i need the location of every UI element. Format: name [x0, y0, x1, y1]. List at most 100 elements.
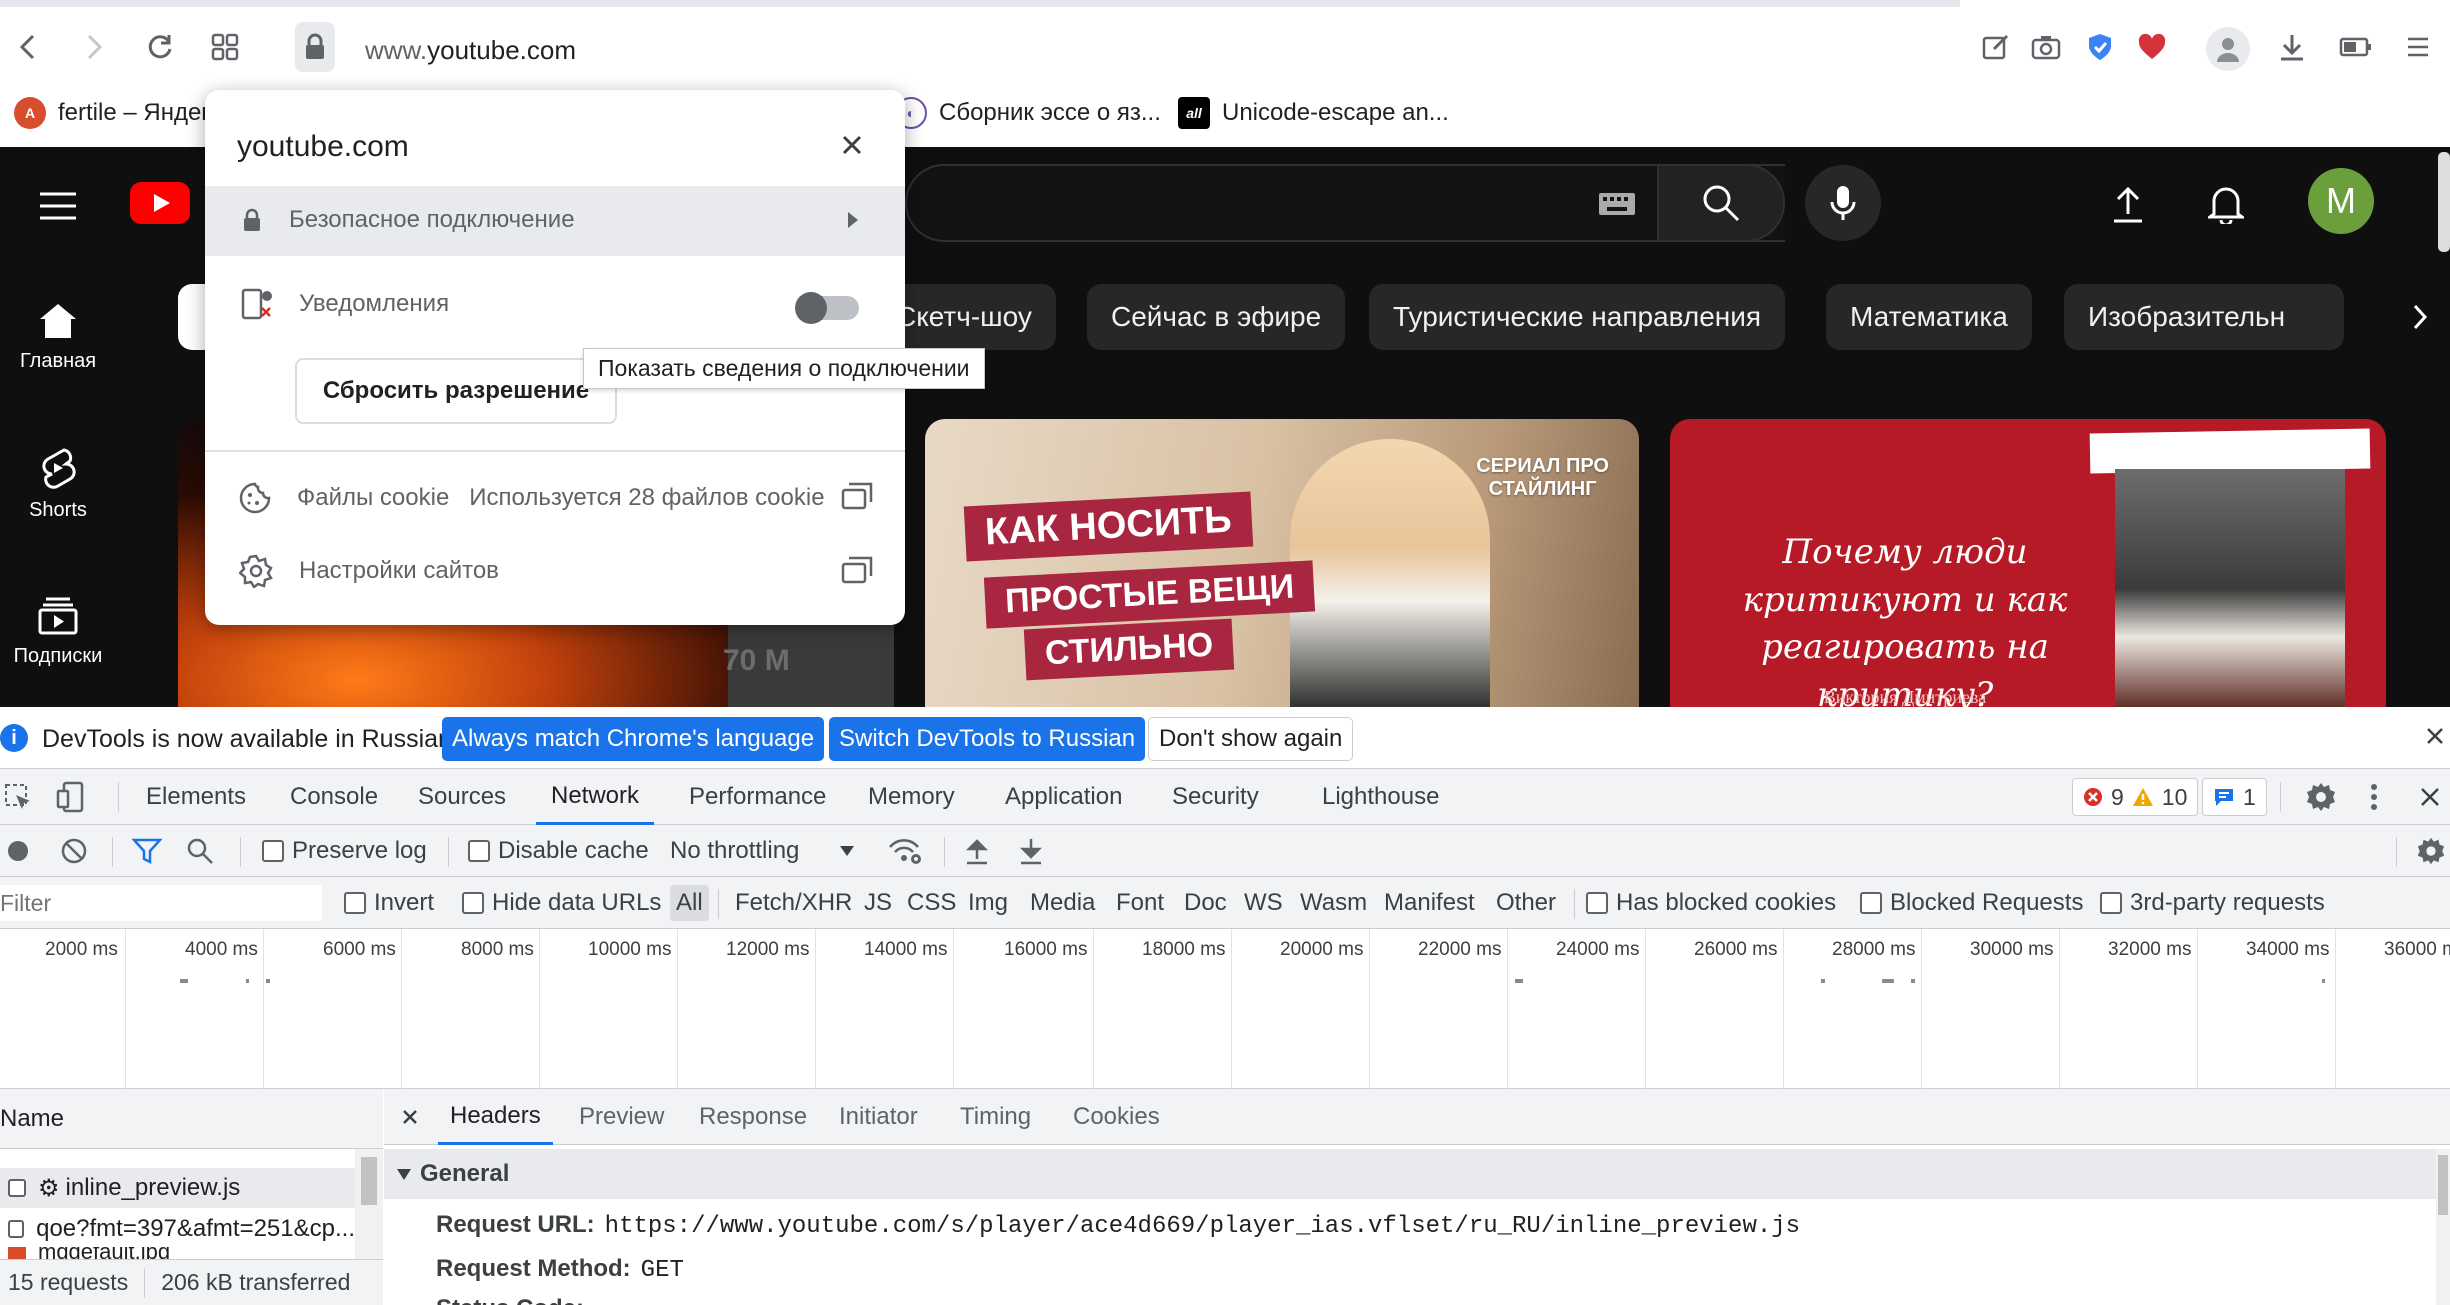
bookmark-item[interactable]: ◐ Сборник эссе о яз...	[895, 97, 1161, 129]
tab-cookies[interactable]: Cookies	[1073, 1089, 1160, 1145]
filter-type-wasm[interactable]: Wasm	[1300, 877, 1367, 929]
dont-show-again-button[interactable]: Don't show again	[1148, 717, 1354, 761]
checkbox[interactable]	[262, 840, 284, 862]
preserve-log-checkbox[interactable]: Preserve log	[262, 825, 427, 877]
general-section-header[interactable]: General	[384, 1149, 2436, 1199]
issues-counter[interactable]: 9 10	[2072, 778, 2199, 816]
youtube-search-input[interactable]	[905, 164, 1785, 242]
edit-icon[interactable]	[1976, 27, 2016, 67]
close-devtools-icon[interactable]	[2420, 787, 2440, 807]
upload-icon[interactable]	[2110, 184, 2146, 224]
battery-icon[interactable]	[2336, 27, 2376, 67]
site-settings-row[interactable]: Настройки сайтов	[239, 554, 499, 588]
account-avatar[interactable]: M	[2308, 168, 2374, 234]
record-button[interactable]	[6, 825, 30, 877]
scrollbar-thumb[interactable]	[2438, 1155, 2448, 1215]
tab-performance[interactable]: Performance	[689, 769, 826, 825]
tab-network[interactable]: Network	[536, 769, 655, 825]
filter-type-font[interactable]: Font	[1116, 877, 1164, 929]
sidebar-item-shorts[interactable]: Shorts	[0, 447, 116, 522]
tabs-grid-icon[interactable]	[205, 27, 245, 67]
back-button[interactable]	[8, 27, 48, 67]
export-har-button[interactable]	[1018, 825, 1044, 877]
chip[interactable]: Туристические направления	[1369, 284, 1786, 350]
filter-type-media[interactable]: Media	[1030, 877, 1095, 929]
tab-initiator[interactable]: Initiator	[839, 1089, 918, 1145]
checkbox[interactable]	[1586, 892, 1608, 914]
menu-icon[interactable]	[2398, 27, 2438, 67]
filter-type-img[interactable]: Img	[968, 877, 1008, 929]
table-row[interactable]: qoe?fmt=397&afmt=251&cp...	[0, 1209, 355, 1249]
chip[interactable]: Изобразительн	[2064, 284, 2344, 350]
camera-icon[interactable]	[2026, 27, 2066, 67]
tab-security[interactable]: Security	[1172, 769, 1259, 825]
match-language-button[interactable]: Always match Chrome's language	[442, 717, 825, 761]
detail-scrollbar[interactable]	[2436, 1149, 2450, 1305]
microphone-button[interactable]	[1805, 165, 1881, 241]
bookmark-item[interactable]: A fertile – Яндекс	[14, 97, 224, 129]
hamburger-menu-icon[interactable]	[38, 191, 78, 221]
device-toolbar-icon[interactable]	[56, 781, 86, 813]
checkbox[interactable]	[2100, 892, 2122, 914]
sidebar-item-home[interactable]: Главная	[0, 302, 116, 373]
lock-icon[interactable]	[295, 22, 335, 72]
heart-icon[interactable]	[2132, 27, 2172, 67]
filter-type-manifest[interactable]: Manifest	[1384, 877, 1475, 929]
network-conditions-button[interactable]	[888, 825, 922, 877]
notifications-toggle[interactable]	[795, 292, 859, 324]
requests-scrollbar[interactable]	[355, 1149, 383, 1259]
chip[interactable]: Сейчас в эфире	[1087, 284, 1346, 350]
checkbox[interactable]	[1860, 892, 1882, 914]
close-button[interactable]	[830, 123, 874, 167]
filter-type-css[interactable]: CSS	[907, 877, 956, 929]
address-bar[interactable]: www.youtube.com	[365, 35, 576, 66]
table-row[interactable]: mqdefault.jpg	[0, 1247, 355, 1259]
checkbox[interactable]	[344, 892, 366, 914]
third-party-checkbox[interactable]: 3rd-party requests	[2100, 877, 2325, 929]
row-checkbox[interactable]	[8, 1179, 26, 1197]
filter-type-fetch-xhr[interactable]: Fetch/XHR	[735, 877, 852, 929]
youtube-search-button[interactable]	[1657, 164, 1785, 242]
reload-button[interactable]	[140, 27, 180, 67]
shield-check-icon[interactable]	[2080, 27, 2120, 67]
checkbox[interactable]	[468, 840, 490, 862]
filter-type-other[interactable]: Other	[1496, 877, 1556, 929]
tab-headers[interactable]: Headers	[438, 1089, 553, 1145]
throttling-select[interactable]: No throttling	[670, 825, 855, 877]
bookmark-item[interactable]: all Unicode-escape an...	[1178, 97, 1449, 129]
tab-application[interactable]: Application	[1005, 769, 1122, 825]
filter-type-doc[interactable]: Doc	[1184, 877, 1227, 929]
name-column-header[interactable]: Name	[0, 1089, 383, 1149]
sidebar-item-subscriptions[interactable]: Подписки	[0, 597, 116, 668]
invert-checkbox[interactable]: Invert	[344, 877, 434, 929]
search-button[interactable]	[186, 825, 214, 877]
scrollbar-thumb[interactable]	[361, 1157, 377, 1205]
tab-response[interactable]: Response	[699, 1089, 807, 1145]
settings-gear-icon[interactable]	[2305, 781, 2337, 813]
switch-russian-button[interactable]: Switch DevTools to Russian	[829, 717, 1146, 761]
disable-cache-checkbox[interactable]: Disable cache	[468, 825, 649, 877]
hide-data-urls-checkbox[interactable]: Hide data URLs	[462, 877, 661, 929]
filter-type-js[interactable]: JS	[864, 877, 892, 929]
chips-next-button[interactable]	[2360, 282, 2430, 352]
open-external-icon[interactable]	[841, 482, 873, 510]
bell-icon[interactable]	[2208, 182, 2244, 224]
filter-type-ws[interactable]: WS	[1244, 877, 1283, 929]
network-overview-timeline[interactable]: 2000 ms 4000 ms 6000 ms 8000 ms 10000 ms…	[0, 929, 2450, 1089]
more-options-icon[interactable]	[2368, 783, 2380, 811]
download-icon[interactable]	[2272, 27, 2312, 67]
close-icon[interactable]	[2426, 727, 2444, 745]
reset-permissions-button[interactable]: Сбросить разрешение	[295, 358, 617, 424]
table-row[interactable]: ⚙ inline_preview.js	[0, 1168, 355, 1208]
tab-sources[interactable]: Sources	[418, 769, 506, 825]
tab-timing[interactable]: Timing	[960, 1089, 1031, 1145]
tab-memory[interactable]: Memory	[868, 769, 955, 825]
video-thumbnail[interactable]: Почему люди критикуют и как реагировать …	[1670, 419, 2386, 707]
secure-connection-row[interactable]: Безопасное подключение	[205, 186, 905, 256]
video-thumbnail[interactable]: СЕРИАЛ ПРО СТАЙЛИНГ КАК НОСИТЬ ПРОСТЫЕ В…	[925, 419, 1639, 707]
cookies-row[interactable]: Файлы cookie Используется 28 файлов cook…	[239, 482, 825, 514]
forward-button[interactable]	[74, 27, 114, 67]
tab-preview[interactable]: Preview	[579, 1089, 664, 1145]
checkbox[interactable]	[462, 892, 484, 914]
filter-input[interactable]	[0, 885, 322, 921]
